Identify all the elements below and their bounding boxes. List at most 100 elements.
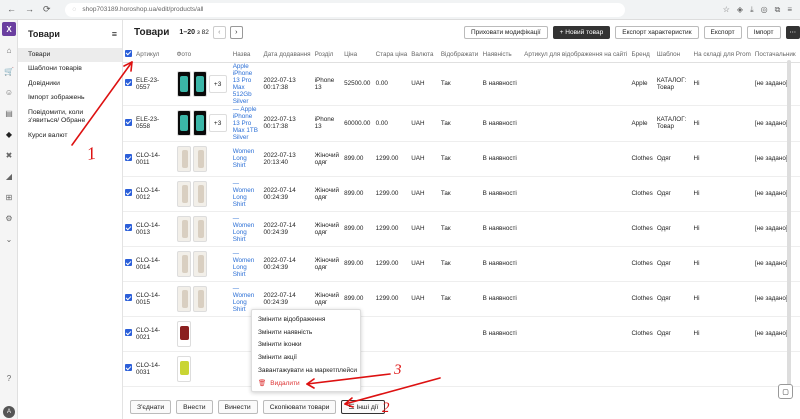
help-icon[interactable]: ?: [0, 372, 18, 385]
address-bar[interactable]: ◌ shop703189.horoshop.ua/edit/products/al…: [64, 2, 625, 17]
table-row[interactable]: ELE-23-0557 +3 Apple iPhone 13 Pro Max 512…: [123, 62, 800, 106]
product-thumbnail[interactable]: [176, 145, 191, 172]
row-checkbox-cell[interactable]: [123, 141, 134, 177]
product-thumbnail[interactable]: [192, 110, 207, 136]
next-page-button[interactable]: ›: [229, 25, 243, 39]
home-icon[interactable]: ⌂: [0, 44, 18, 57]
row-checkbox-cell[interactable]: [123, 246, 134, 282]
product-thumbnail[interactable]: [176, 110, 191, 136]
new-product-button[interactable]: + Новий товар: [552, 25, 611, 39]
doc-icon[interactable]: ▤: [0, 107, 18, 120]
column-header[interactable]: Наявність: [480, 47, 523, 63]
download-icon[interactable]: ⤓: [750, 5, 754, 15]
row-checkbox[interactable]: [125, 79, 132, 86]
column-header[interactable]: Фото: [174, 47, 231, 63]
row-checkbox[interactable]: [125, 364, 132, 371]
column-header[interactable]: Стара ціна: [373, 47, 410, 63]
table-row[interactable]: CLO-14-0014 — Women Long Shirt 2022-07-14 …: [123, 246, 800, 282]
sidebar-item-notify[interactable]: Повідомити, коли з'явиться/ Обране: [18, 106, 122, 129]
product-thumbnail[interactable]: [192, 70, 207, 97]
insert-button[interactable]: Внести: [176, 400, 213, 414]
row-checkbox-cell[interactable]: [123, 176, 134, 212]
collapse-icon[interactable]: ⌄: [0, 233, 18, 246]
prev-page-button[interactable]: ‹: [212, 25, 226, 39]
more-photos-badge[interactable]: +3: [208, 114, 227, 132]
import-button[interactable]: Імпорт: [746, 25, 781, 39]
avatar[interactable]: A: [3, 406, 15, 418]
product-name-link[interactable]: — Women Long Shirt: [233, 180, 255, 208]
column-header[interactable]: Валюта: [409, 47, 439, 63]
more-button[interactable]: ⋯: [785, 25, 800, 39]
product-name-link[interactable]: — Apple iPhone 13 Pro Max 1TB Silver: [233, 106, 258, 141]
menu-item-delete[interactable]: 🗑 Видалити: [252, 377, 360, 390]
product-name-link[interactable]: Apple iPhone 13 Pro Max 512Gb Silver: [233, 63, 253, 105]
column-header[interactable]: Назва: [230, 47, 262, 63]
product-thumbnail[interactable]: [176, 180, 191, 207]
row-checkbox[interactable]: [125, 259, 132, 266]
megaphone-icon[interactable]: ◢: [0, 170, 18, 183]
row-checkbox-cell[interactable]: [123, 211, 134, 247]
product-thumbnail[interactable]: [192, 145, 207, 172]
menu-item-change-availability[interactable]: Змінити наявність: [252, 326, 360, 339]
menu-item-upload-marketplaces[interactable]: Завантажувати на маркетплейси: [252, 364, 360, 377]
extract-button[interactable]: Винести: [217, 400, 258, 414]
product-thumbnail[interactable]: [176, 215, 191, 242]
row-checkbox-cell[interactable]: [123, 281, 134, 317]
gear-icon[interactable]: ⚙: [0, 212, 18, 225]
grid-icon[interactable]: ⊞: [0, 191, 18, 204]
column-header[interactable]: Постачальник: [752, 47, 800, 63]
chat-icon[interactable]: ▢: [778, 384, 793, 399]
product-thumbnail[interactable]: [176, 285, 191, 312]
menu-item-change-icons[interactable]: Змінити іконки: [252, 339, 360, 352]
menu-icon[interactable]: ≡: [787, 5, 792, 15]
tag-icon[interactable]: ◆: [0, 128, 18, 141]
row-checkbox[interactable]: [125, 294, 132, 301]
extensions-icon[interactable]: ⧉: [775, 5, 781, 15]
sidebar-item-currencies[interactable]: Курси валют: [18, 129, 122, 143]
row-checkbox-cell[interactable]: [123, 105, 134, 142]
cart-icon[interactable]: 🛒: [0, 65, 18, 78]
menu-item-change-promotions[interactable]: Змінити акції: [252, 351, 360, 364]
product-thumbnail[interactable]: [176, 320, 191, 347]
table-row[interactable]: CLO-14-0015— Women Long Shirt 2022-07-14 …: [123, 281, 800, 317]
column-header[interactable]: Бренд: [629, 47, 655, 63]
row-checkbox[interactable]: [125, 224, 132, 231]
hamburger-icon[interactable]: ≡: [112, 29, 117, 39]
table-row[interactable]: CLO-14-0012 — Women Long Shirt 2022-07-14 …: [123, 176, 800, 212]
back-icon[interactable]: ←: [7, 4, 16, 15]
column-header[interactable]: Артикул: [134, 47, 175, 63]
select-all-checkbox-cell[interactable]: [123, 47, 134, 63]
table-row[interactable]: CLO-14-0013 — Women Long Shirt 2022-07-14 …: [123, 211, 800, 247]
column-header[interactable]: На складі для Prom: [691, 47, 753, 63]
export-characteristics-button[interactable]: Експорт характеристик: [615, 25, 699, 39]
table-row[interactable]: ELE-23-0558 +3 — Apple iPhone 13 Pro Max 1…: [123, 105, 800, 142]
menu-item-change-display[interactable]: Змінити відображення: [252, 313, 360, 326]
sidebar-item-directories[interactable]: Довідники: [18, 77, 122, 91]
user-icon[interactable]: ☺: [0, 86, 18, 99]
table-row[interactable]: CLO-14-0011 Women Long Shirt 2022-07-13 20…: [123, 141, 800, 177]
product-thumbnail[interactable]: [192, 215, 207, 242]
forward-icon[interactable]: →: [25, 4, 34, 15]
row-checkbox-cell[interactable]: [123, 316, 134, 352]
product-thumbnail[interactable]: [192, 250, 207, 277]
column-header[interactable]: Відображати: [438, 47, 481, 63]
product-thumbnail[interactable]: [176, 355, 191, 382]
table-row[interactable]: CLO-14-0031: [123, 351, 800, 387]
row-checkbox[interactable]: [125, 189, 132, 196]
star-icon[interactable]: ☆: [723, 5, 730, 15]
product-thumbnail[interactable]: [176, 70, 191, 97]
shield-check-icon[interactable]: ◈: [737, 5, 743, 15]
select-all-checkbox[interactable]: [125, 49, 132, 57]
column-header[interactable]: Розділ: [312, 47, 343, 63]
other-actions-button[interactable]: ☰ Інші дії: [341, 400, 386, 414]
more-photos-badge[interactable]: +3: [208, 74, 227, 93]
column-header[interactable]: Артикул для відображення на сайті: [522, 47, 630, 63]
export-button[interactable]: Експорт: [703, 25, 742, 39]
product-thumbnail[interactable]: [192, 285, 207, 312]
product-thumbnail[interactable]: [192, 180, 207, 207]
row-checkbox[interactable]: [125, 154, 132, 161]
table-row[interactable]: CLO-14-0021 В наявності Clothes Одяг Ні [не з…: [123, 316, 800, 352]
product-name-link[interactable]: Women Long Shirt: [233, 148, 255, 169]
app-logo[interactable]: Х: [2, 22, 16, 36]
merge-button[interactable]: З'єднати: [130, 400, 172, 414]
